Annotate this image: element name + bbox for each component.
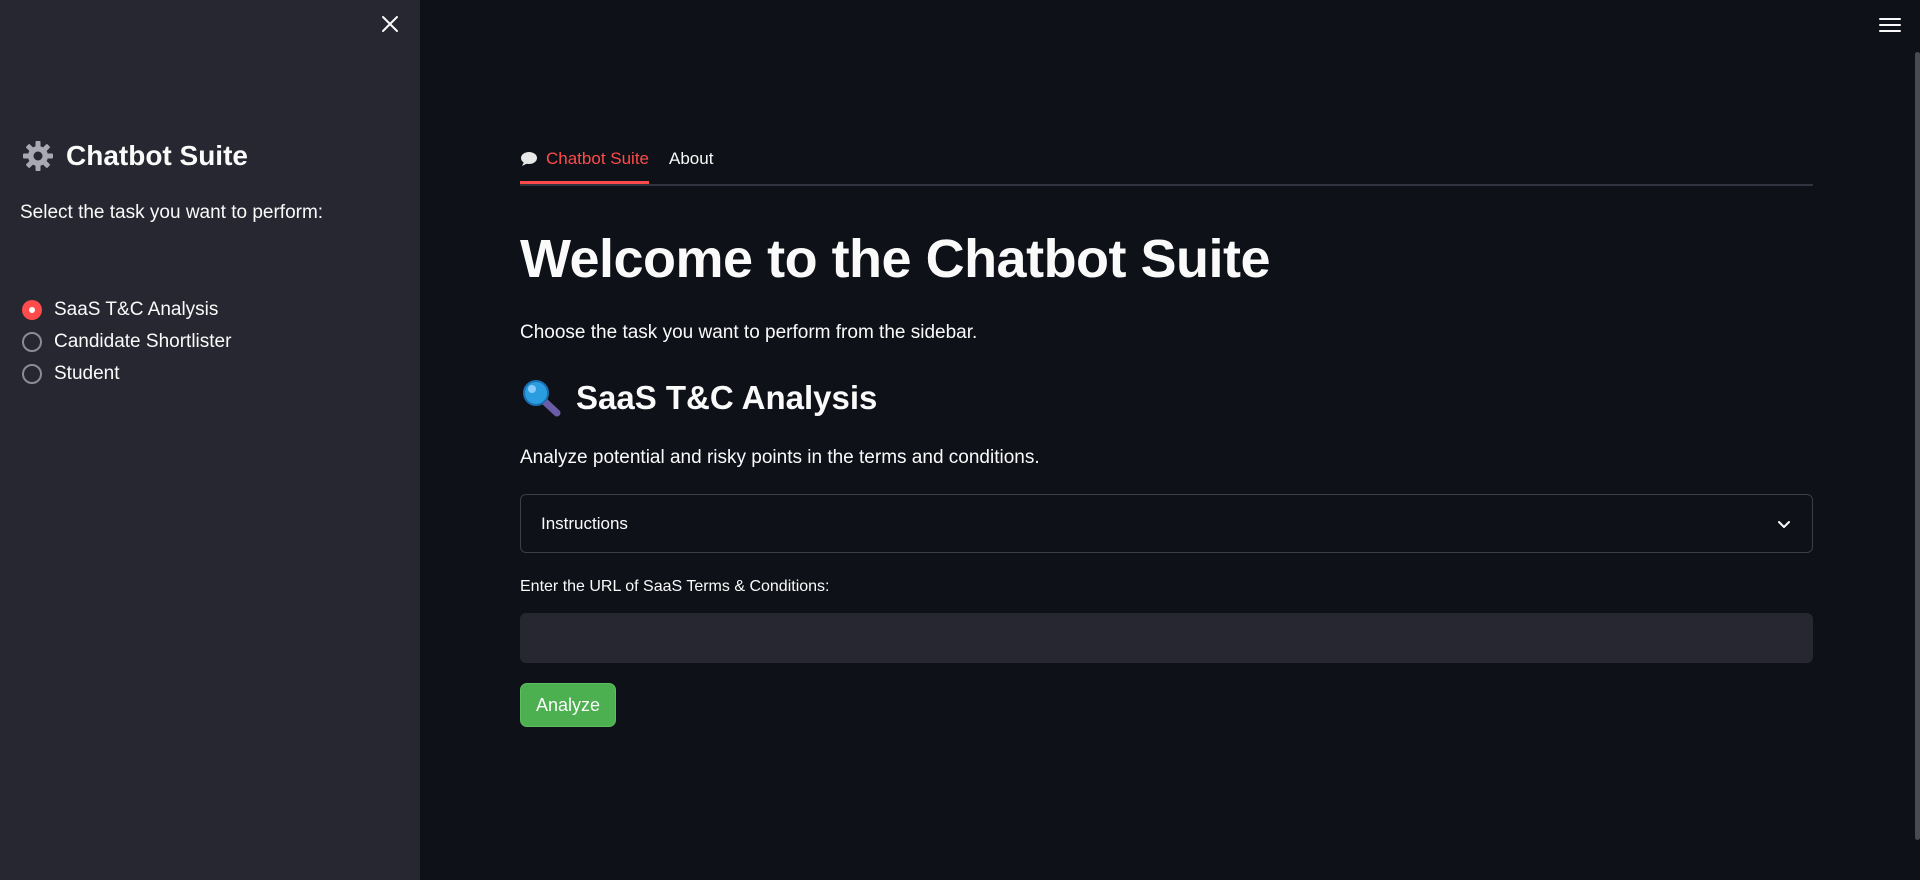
- tab-label: Chatbot Suite: [546, 149, 650, 168]
- close-icon: [382, 16, 398, 32]
- gear-icon: [23, 141, 53, 171]
- chevron-down-icon: [1778, 520, 1790, 528]
- instructions-expander[interactable]: Instructions: [520, 494, 1813, 553]
- url-field-label: Enter the URL of SaaS Terms & Conditions…: [520, 578, 830, 595]
- task-prompt: Select the task you want to perform:: [20, 202, 324, 223]
- radio-button[interactable]: [22, 364, 42, 384]
- sidebar-title-text: Chatbot Suite: [66, 140, 248, 171]
- analyze-button[interactable]: Analyze: [520, 683, 616, 727]
- radio-label: Student: [54, 363, 120, 384]
- radio-button-selected[interactable]: [22, 300, 42, 320]
- hamburger-menu-icon: [1879, 18, 1901, 32]
- radio-label: Candidate Shortlister: [54, 331, 232, 352]
- tab-bar: Chatbot Suite About: [520, 140, 1813, 186]
- scrollbar-thumb[interactable]: [1915, 52, 1920, 840]
- task-radio-group: SaaS T&C Analysis Candidate Shortlister …: [22, 294, 231, 390]
- intro-text: Choose the task you want to perform from…: [520, 322, 978, 343]
- radio-candidate-shortlister[interactable]: Candidate Shortlister: [22, 326, 231, 358]
- section-header: SaaS T&C Analysis: [520, 378, 877, 418]
- radio-student[interactable]: Student: [22, 358, 231, 390]
- sidebar: Chatbot Suite Select the task you want t…: [0, 0, 420, 880]
- tab-chatbot-suite[interactable]: Chatbot Suite: [520, 136, 650, 184]
- tab-label: About: [669, 149, 714, 168]
- page-title: Welcome to the Chatbot Suite: [520, 229, 1271, 289]
- radio-label: SaaS T&C Analysis: [54, 299, 219, 320]
- section-title: SaaS T&C Analysis: [576, 379, 878, 416]
- expander-label: Instructions: [541, 513, 628, 533]
- close-sidebar-button[interactable]: [378, 12, 402, 36]
- tab-about[interactable]: About: [669, 136, 713, 182]
- url-input[interactable]: [520, 613, 1813, 663]
- radio-button[interactable]: [22, 332, 42, 352]
- speech-bubble-icon: [521, 152, 537, 166]
- main-menu-button[interactable]: [1878, 14, 1902, 36]
- section-description: Analyze potential and risky points in th…: [520, 447, 1040, 468]
- sidebar-title: Chatbot Suite: [22, 140, 248, 172]
- radio-saas-analysis[interactable]: SaaS T&C Analysis: [22, 294, 231, 326]
- magnifier-icon: [523, 380, 561, 417]
